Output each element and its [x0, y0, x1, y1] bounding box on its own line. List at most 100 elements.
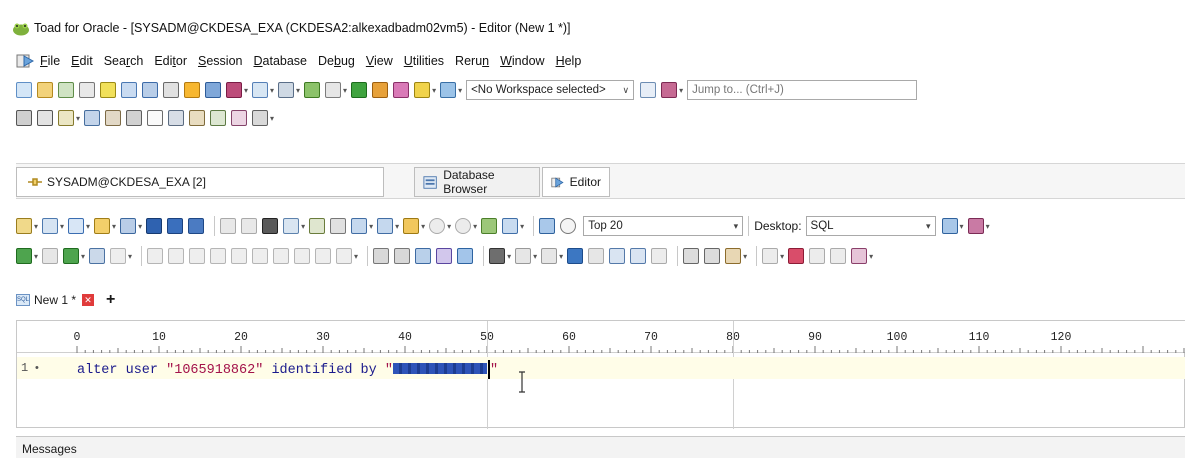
forward-icon[interactable]	[455, 218, 472, 234]
menu-database[interactable]: Database	[254, 54, 308, 68]
new-tab-plus-icon[interactable]: +	[106, 291, 115, 309]
execute-statement-icon[interactable]	[16, 248, 32, 264]
pin-icon[interactable]	[403, 218, 420, 234]
flask-icon[interactable]	[100, 82, 116, 98]
desktop-select[interactable]: SQL ▾	[805, 216, 936, 236]
doc-copy-icon[interactable]	[168, 110, 185, 126]
outdent-icon[interactable]	[704, 248, 721, 264]
output-icon[interactable]	[394, 248, 411, 264]
code-analysis-icon[interactable]	[788, 248, 805, 264]
save-icon[interactable]	[146, 218, 163, 234]
history-icon[interactable]	[539, 218, 556, 234]
format-icon[interactable]	[283, 218, 300, 234]
execute-script-icon[interactable]	[63, 248, 80, 264]
connection-tab[interactable]: SYSADM@CKDESA_EXA [2]	[16, 167, 384, 197]
close-icon[interactable]: ✕	[82, 294, 95, 306]
connection-icon[interactable]	[16, 218, 32, 234]
code-snippets-icon[interactable]	[725, 248, 742, 264]
query-builder-icon[interactable]	[330, 218, 347, 234]
analysis-report-icon[interactable]	[830, 248, 847, 264]
script-output-icon[interactable]	[415, 248, 432, 264]
tools-icon[interactable]	[252, 82, 269, 98]
window-icon[interactable]	[142, 82, 158, 98]
list-icon[interactable]	[163, 82, 179, 98]
execute-disabled-icon[interactable]	[42, 248, 59, 264]
sql-recall-icon[interactable]	[481, 218, 498, 234]
gear-icon[interactable]	[16, 110, 32, 126]
compile-icon[interactable]	[294, 248, 311, 264]
tab-new-1[interactable]: SQL New 1 * ✕	[16, 293, 95, 307]
sql-format-icon[interactable]	[502, 218, 519, 234]
sql-editor[interactable]: 0 10 20 30 40 50 60 70 80 90 100 110 120…	[16, 320, 1185, 429]
watch-icon[interactable]	[210, 248, 227, 264]
schema-browser-icon[interactable]	[37, 82, 53, 98]
indent-icon[interactable]	[683, 248, 700, 264]
grid-view-icon[interactable]	[351, 218, 368, 234]
menu-rerun[interactable]: Rerun	[455, 54, 489, 68]
new-editor-icon[interactable]	[16, 82, 32, 98]
toad-menu-icon[interactable]	[16, 53, 34, 69]
new-doc-icon[interactable]	[147, 110, 164, 126]
case-icon[interactable]	[541, 248, 558, 264]
menu-utilities[interactable]: Utilities	[404, 54, 444, 68]
open-folder-icon[interactable]	[94, 218, 111, 234]
lightning-icon[interactable]	[184, 82, 200, 98]
capitalize-icon[interactable]	[651, 248, 668, 264]
menu-search[interactable]: Search	[104, 54, 144, 68]
compile-dep-icon[interactable]	[315, 248, 332, 264]
workspace-close-icon[interactable]	[661, 82, 678, 98]
explain-plan-icon[interactable]	[89, 248, 106, 264]
comment-icon[interactable]	[336, 248, 353, 264]
zoom-icon[interactable]	[560, 218, 577, 234]
redo-icon[interactable]	[241, 218, 258, 234]
close-tab-icon[interactable]	[68, 218, 85, 234]
doc-menu-icon[interactable]	[252, 110, 269, 126]
lowercase-icon[interactable]	[630, 248, 647, 264]
print-icon[interactable]	[262, 218, 279, 234]
debug-icon[interactable]	[110, 248, 127, 264]
new-tab-icon[interactable]	[42, 218, 59, 234]
menu-editor[interactable]: Editor	[154, 54, 187, 68]
grid-results-icon[interactable]	[373, 248, 390, 264]
step-icon[interactable]	[147, 248, 164, 264]
more-tools-icon[interactable]	[851, 248, 868, 264]
report-icon[interactable]	[79, 82, 95, 98]
compare-icon[interactable]	[440, 82, 457, 98]
desktop-reset-icon[interactable]	[967, 218, 984, 234]
trace-icon[interactable]	[252, 248, 269, 264]
tree-expand-icon[interactable]	[58, 110, 74, 126]
doc-export-icon[interactable]	[231, 110, 248, 126]
search-db-icon[interactable]	[205, 82, 221, 98]
save-all-icon[interactable]	[188, 218, 205, 234]
undo-icon[interactable]	[220, 218, 237, 234]
code-text[interactable]: alter user "1065918862" identified by " "	[77, 360, 498, 379]
copy-icon[interactable]	[126, 110, 143, 126]
doc-compare-icon[interactable]	[189, 110, 206, 126]
run-to-cursor-icon[interactable]	[231, 248, 248, 264]
checklist-icon[interactable]	[105, 110, 122, 126]
top-rows-select[interactable]: Top 20 ▾	[583, 216, 744, 236]
breakpoint-icon[interactable]	[189, 248, 206, 264]
tree-icon[interactable]	[278, 82, 295, 98]
workspace-select[interactable]: <No Workspace selected> ∨	[466, 80, 635, 100]
save-as-icon[interactable]	[167, 218, 184, 234]
menu-window[interactable]: Window	[500, 54, 544, 68]
filter-icon[interactable]	[37, 110, 53, 126]
menu-edit[interactable]: Edit	[71, 54, 93, 68]
menu-help[interactable]: Help	[556, 54, 582, 68]
binoculars-icon[interactable]	[489, 248, 506, 264]
jump-to-input[interactable]: Jump to... (Ctrl+J)	[687, 80, 918, 100]
session-icon[interactable]	[226, 82, 242, 98]
uppercase-icon[interactable]	[609, 248, 626, 264]
menu-session[interactable]: Session	[198, 54, 242, 68]
back-icon[interactable]	[429, 218, 446, 234]
menu-file[interactable]: File	[40, 54, 60, 68]
menu-debug[interactable]: Debug	[318, 54, 355, 68]
tab-database-browser[interactable]: Database Browser	[414, 167, 540, 197]
sql-optimizer-icon[interactable]	[414, 82, 431, 98]
user-pink-icon[interactable]	[393, 82, 410, 98]
describe-icon[interactable]	[309, 218, 326, 234]
replace-icon[interactable]	[515, 248, 532, 264]
table-icon[interactable]	[121, 82, 137, 98]
profiler-icon[interactable]	[273, 248, 290, 264]
